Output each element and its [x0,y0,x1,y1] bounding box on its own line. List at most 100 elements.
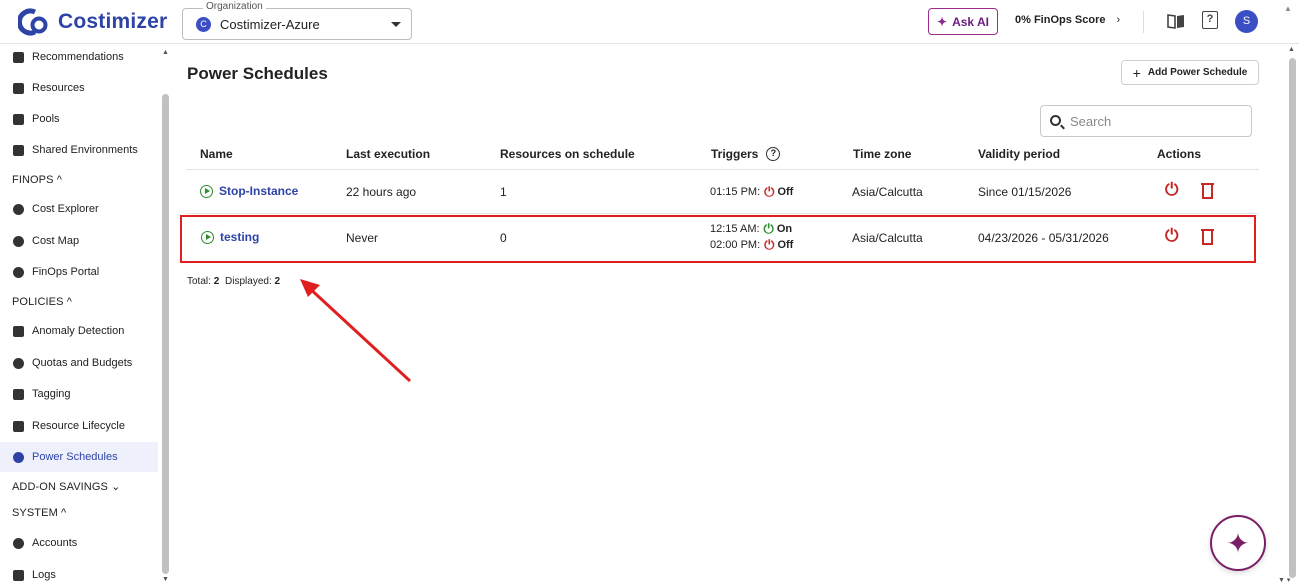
displayed-label: Displayed: [225,276,272,287]
logo-text: Costimizer [58,10,168,33]
sidebar-scroll-up-icon[interactable]: ▲ [162,49,169,56]
sparkle-icon: ✦ [1226,527,1250,559]
main-scroll-down-icon[interactable]: ▼ ▾ [1278,576,1290,584]
shared-env-icon [13,144,24,156]
search-box[interactable] [1040,105,1252,137]
bar-chart-icon [13,82,24,94]
compass-icon [13,203,24,215]
documentation-icon[interactable] [1167,13,1185,29]
sidebar-item-cost-explorer[interactable]: Cost Explorer [0,194,158,224]
sidebar-item-resources[interactable]: Resources [0,73,158,103]
organization-avatar: C [196,17,211,32]
scroll-up-icon[interactable]: ▲ [1284,4,1292,13]
main-scrollbar[interactable] [1288,48,1297,578]
sidebar-item-pools[interactable]: Pools [0,104,158,134]
column-header-last-execution[interactable]: Last execution [346,147,430,161]
column-header-resources[interactable]: Resources on schedule [500,147,635,161]
logo[interactable]: Costimizer [18,8,167,36]
last-execution: 22 hours ago [346,185,417,199]
cloud-icon [13,537,24,549]
sidebar-scrollbar-thumb[interactable] [162,94,169,574]
sidebar-item-label: Anomaly Detection [32,325,125,337]
add-power-schedule-button[interactable]: + Add Power Schedule [1121,60,1259,85]
pools-icon [13,113,24,125]
main-scrollbar-thumb[interactable] [1289,58,1296,578]
resources-count: 1 [500,185,507,199]
finops-score-label: 0% FinOps Score [1015,14,1106,26]
budget-icon [13,357,24,369]
main-scroll-up-icon[interactable]: ▲ [1288,46,1295,53]
user-avatar[interactable]: S [1235,10,1258,33]
section-policies[interactable]: POLICIES ^ [12,296,72,308]
sidebar-item-accounts[interactable]: Accounts [0,528,158,558]
divider [186,213,1259,214]
sidebar-item-power-schedules[interactable]: Power Schedules [0,442,158,472]
column-header-name[interactable]: Name [200,147,233,161]
total-value: 2 [213,276,220,287]
section-system[interactable]: SYSTEM ^ [12,507,66,519]
column-header-triggers[interactable]: Triggers ? [711,147,781,161]
table-totals: Total: 2 Displayed: 2 [187,276,280,287]
top-bar: Costimizer Organization C Costimizer-Azu… [0,0,1299,44]
sidebar-item-recommendations[interactable]: Recommendations [0,42,158,72]
help-icon[interactable]: ? [1202,11,1218,29]
sidebar-item-shared-environments[interactable]: Shared Environments [0,135,158,165]
highlight-box [180,215,1256,263]
trigger-time: 01:15 PM: [710,186,761,198]
costimizer-logo-icon [18,8,48,36]
ai-assistant-button[interactable]: ✦ [1210,515,1266,571]
logs-icon [13,569,24,581]
sidebar-item-label: Accounts [32,537,78,549]
sidebar-item-label: Tagging [32,388,71,400]
sidebar-item-anomaly-detection[interactable]: Anomaly Detection [0,316,158,346]
sparkle-icon: ✦ [937,14,948,29]
divider [186,169,1259,170]
total-label: Total: [187,276,211,287]
thumbs-up-icon [13,51,24,63]
sidebar-item-label: FinOps Portal [32,266,100,278]
sidebar-item-logs[interactable]: Logs [0,560,158,588]
section-finops[interactable]: FINOPS ^ [12,174,62,186]
divider [1143,11,1144,33]
sidebar-scrollbar[interactable] [160,48,170,574]
sidebar-scroll-down-icon[interactable]: ▼ [162,576,169,583]
power-off-icon: ⏻ [764,184,775,199]
sidebar-item-label: Recommendations [32,51,124,63]
anomaly-icon [13,325,24,337]
column-header-actions: Actions [1157,147,1202,161]
validity-period: Since 01/15/2026 [978,185,1072,199]
ask-ai-button[interactable]: ✦ Ask AI [928,8,998,35]
sidebar: Recommendations Resources Pools Shared E… [0,45,172,588]
help-circle-icon[interactable]: ? [766,147,781,161]
clock-icon [13,451,24,463]
power-icon[interactable]: ⏻ [1165,180,1178,200]
sidebar-item-finops-portal[interactable]: FinOps Portal [0,257,158,287]
time-zone: Asia/Calcutta [852,185,923,199]
sidebar-item-label: Logs [32,569,56,581]
organization-legend: Organization [203,1,266,12]
red-arrow-annotation [300,279,412,383]
sidebar-item-cost-map[interactable]: Cost Map [0,226,158,256]
sidebar-item-label: Cost Map [32,235,80,247]
sidebar-item-resource-lifecycle[interactable]: Resource Lifecycle [0,411,158,441]
sidebar-item-tagging[interactable]: Tagging [0,379,158,409]
displayed-value: 2 [274,276,281,287]
ask-ai-label: Ask AI [952,14,989,29]
sidebar-item-label: Cost Explorer [32,203,99,215]
sidebar-item-quotas-and-budgets[interactable]: Quotas and Budgets [0,348,158,378]
sidebar-item-label: Quotas and Budgets [32,357,133,369]
section-addon-savings[interactable]: ADD-ON SAVINGS ⌄ [12,480,120,493]
trigger-state: Off [777,186,794,198]
plus-icon: + [1132,64,1141,81]
schedule-name-link[interactable]: Stop-Instance [200,184,298,198]
organization-select[interactable]: Organization C Costimizer-Azure [182,1,412,40]
search-icon [1050,115,1061,126]
column-header-time-zone[interactable]: Time zone [853,147,911,161]
tag-icon [13,388,24,400]
delete-icon[interactable] [1201,183,1214,199]
page-title: Power Schedules [187,64,328,83]
column-header-validity-period[interactable]: Validity period [978,147,1060,161]
finops-score-button[interactable]: 0% FinOps Score › [1015,14,1120,26]
sidebar-item-label: Shared Environments [32,144,138,156]
search-input[interactable] [1070,112,1240,130]
